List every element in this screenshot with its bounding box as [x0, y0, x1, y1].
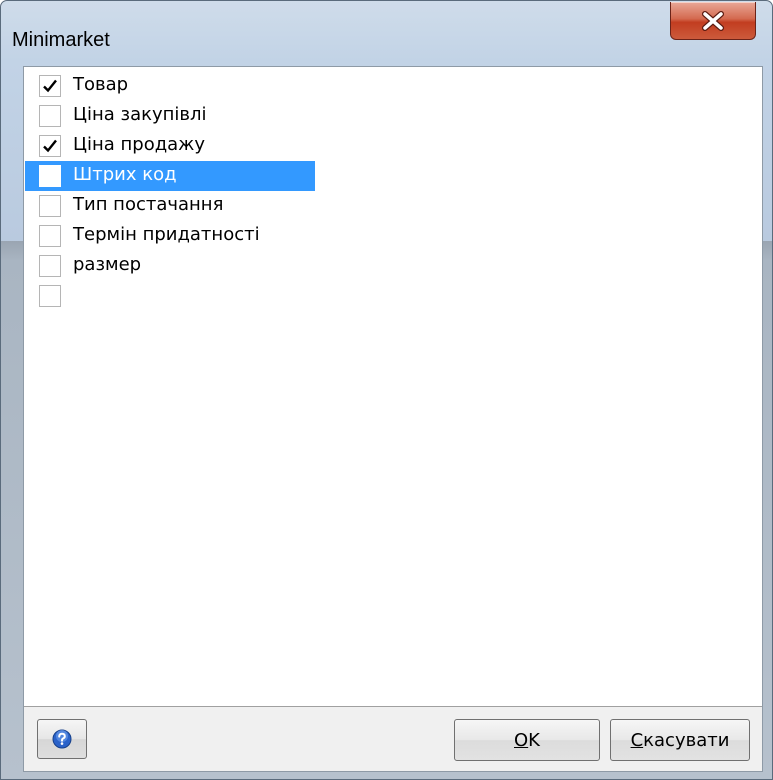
checkbox[interactable]: [39, 165, 61, 187]
check-icon: [43, 139, 57, 153]
list-item[interactable]: Товар: [25, 71, 315, 101]
help-icon: [52, 729, 72, 749]
column-checklist[interactable]: Товар Ціна закупівлі Ціна продажу Штрих …: [24, 67, 762, 707]
checkbox[interactable]: [39, 225, 61, 247]
window-title: Minimarket: [12, 29, 110, 51]
list-item-label: Ціна закупівлі: [73, 104, 207, 125]
list-item[interactable]: Ціна продажу: [25, 131, 315, 161]
dialog-client-area: Товар Ціна закупівлі Ціна продажу Штрих …: [23, 66, 763, 772]
list-item-label: размер: [73, 254, 142, 275]
checkbox[interactable]: [39, 195, 61, 217]
list-item[interactable]: [25, 281, 315, 311]
list-item-label: Штрих код: [73, 164, 177, 185]
help-button[interactable]: [37, 719, 87, 759]
ok-button[interactable]: OK: [454, 719, 600, 761]
ok-button-mnemonic: O: [514, 729, 529, 751]
checkbox[interactable]: [39, 285, 61, 307]
title-bar[interactable]: Minimarket: [1, 1, 772, 61]
list-item-label: Товар: [73, 74, 129, 95]
cancel-button-mnemonic: С: [630, 729, 644, 751]
list-item[interactable]: Термін придатності: [25, 221, 315, 251]
checkbox[interactable]: [39, 255, 61, 277]
cancel-button[interactable]: Скасувати: [610, 719, 750, 761]
dialog-window: Minimarket Товар Ціна закупівлі Ціна про…: [0, 0, 773, 780]
checkbox[interactable]: [39, 105, 61, 127]
list-item-label: Тип постачання: [73, 194, 224, 215]
list-item[interactable]: Ціна закупівлі: [25, 101, 315, 131]
checkbox[interactable]: [39, 135, 61, 157]
list-item[interactable]: размер: [25, 251, 315, 281]
list-item[interactable]: Тип постачання: [25, 191, 315, 221]
list-item-label: Термін придатності: [73, 224, 260, 245]
ok-button-label: K: [528, 729, 540, 751]
checkbox[interactable]: [39, 75, 61, 97]
close-icon: [698, 10, 728, 32]
list-item-label: Ціна продажу: [73, 134, 206, 155]
check-icon: [43, 79, 57, 93]
button-bar: OK Скасувати: [24, 707, 762, 771]
close-button[interactable]: [670, 2, 756, 40]
list-item[interactable]: Штрих код: [25, 161, 315, 191]
cancel-button-label: касувати: [643, 729, 730, 751]
